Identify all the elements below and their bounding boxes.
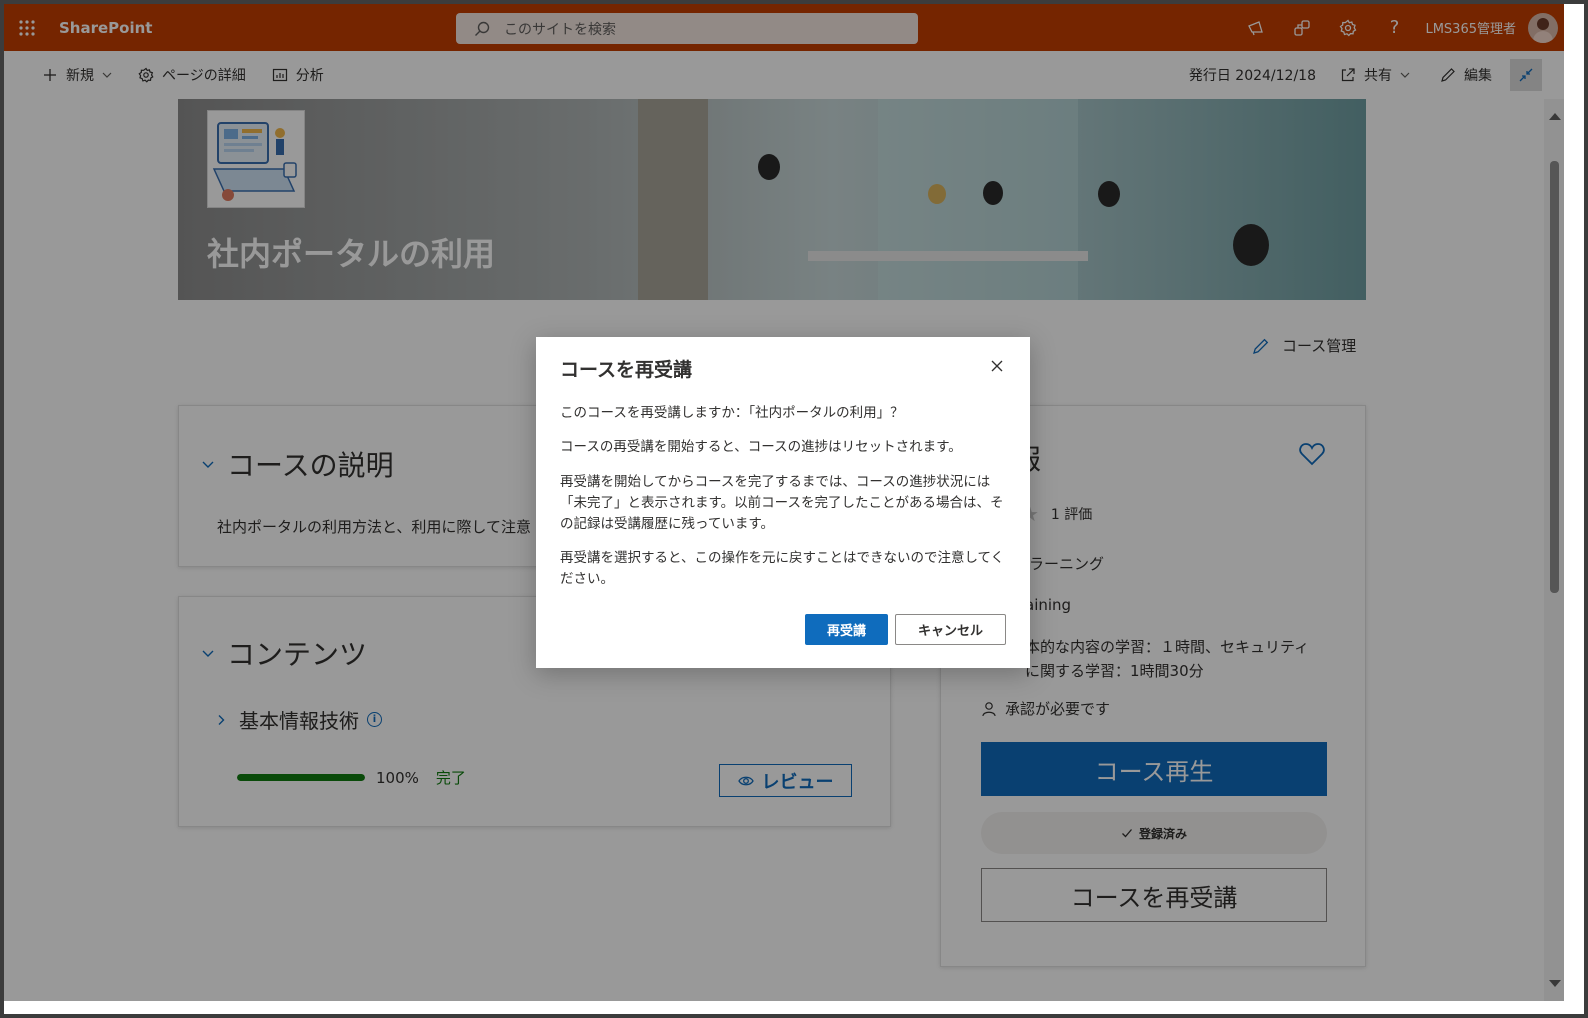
dialog-paragraph: 再受講を選択すると、この操作を元に戻すことはできないので注意してください。 (560, 550, 1005, 587)
retake-confirm-button[interactable]: 再受講 (805, 614, 888, 645)
dialog-paragraph: 再受講を開始してからコースを完了するまでは、コースの進捗状況には「未完了」と表示… (560, 474, 1004, 532)
close-icon[interactable] (990, 359, 1004, 373)
retake-dialog: コースを再受講 このコースを再受講しますか：「社内ポータルの利用」？ コースの再… (536, 337, 1030, 668)
dialog-title: コースを再受講 (560, 359, 693, 381)
dialog-paragraph: コースの再受講を開始すると、コースの進捗はリセットされます。 (560, 439, 962, 455)
dialog-paragraph: このコースを再受講しますか：「社内ポータルの利用」？ (560, 405, 904, 421)
cancel-button[interactable]: キャンセル (895, 614, 1006, 645)
